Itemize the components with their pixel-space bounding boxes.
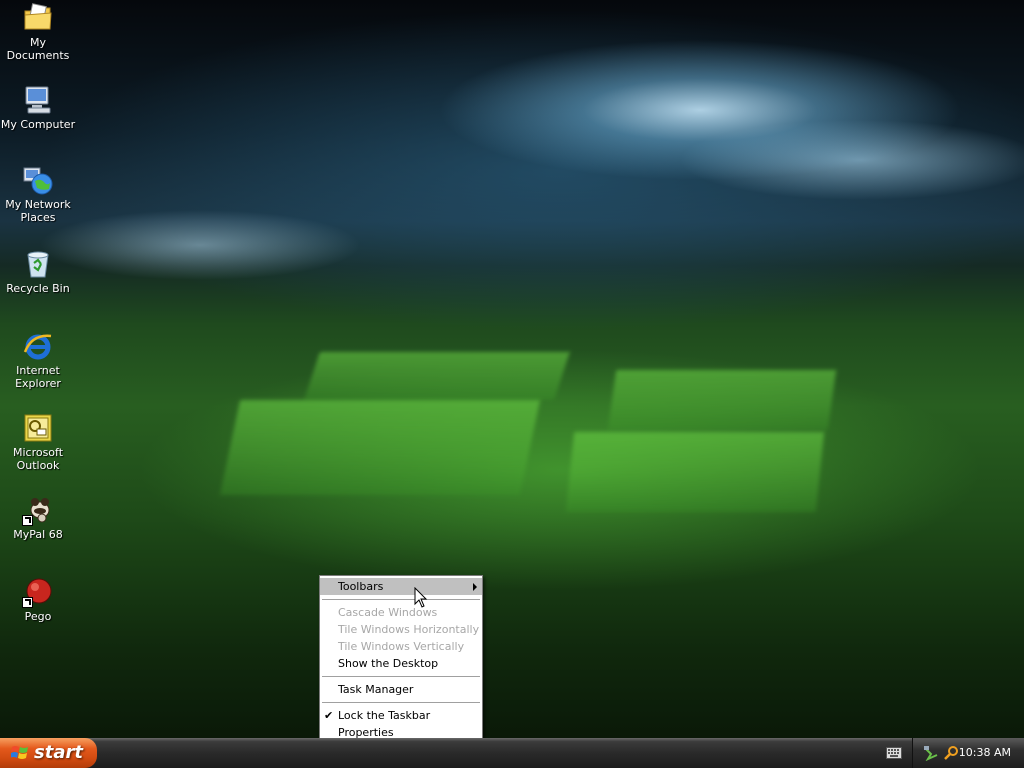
desktop-icon-my-computer[interactable]: My Computer [0,84,76,131]
desktop-icon-internet-explorer[interactable]: Internet Explorer [0,330,76,390]
menu-item-label: Show the Desktop [338,657,439,670]
desktop-icon-label: My Network Places [5,198,71,224]
mouse-cursor-icon [414,587,428,608]
menu-item-task-manager[interactable]: Task Manager [320,681,482,698]
menu-item-label: Task Manager [338,683,414,696]
recycle-bin-icon [22,248,54,280]
desktop-icon-recycle-bin[interactable]: Recycle Bin [0,248,76,295]
shortcut-arrow-icon [22,515,33,526]
windows-flag-icon [11,746,28,759]
menu-item-label: Tile Windows Horizontally [338,623,480,636]
desktop-icon-label: Microsoft Outlook [12,446,64,472]
folder-documents-icon [22,2,54,34]
desktop-icon-microsoft-outlook[interactable]: Microsoft Outlook [0,412,76,472]
desktop-icon-pego[interactable]: Pego [0,576,76,623]
clock[interactable]: 10:38 AM [959,738,1011,768]
menu-separator [322,599,480,600]
menu-item-lock-taskbar[interactable]: ✔ Lock the Taskbar [320,707,482,724]
menu-item-label: Toolbars [338,580,384,593]
desktop-icon-label: Internet Explorer [15,364,61,390]
keyboard-icon[interactable] [886,747,902,759]
start-button[interactable]: start [0,738,97,768]
shortcut-arrow-icon [22,597,33,608]
menu-item-label: Tile Windows Vertically [338,640,465,653]
desktop-icon-mypal-68[interactable]: MyPal 68 [0,494,76,541]
desktop-icon-my-documents[interactable]: My Documents [0,2,76,62]
desktop-icon-label: My Documents [6,36,70,62]
menu-separator [322,702,480,703]
menu-item-tile-vertically: Tile Windows Vertically [320,638,482,655]
menu-separator [322,676,480,677]
internet-explorer-icon [22,330,54,362]
menu-item-tile-horizontally: Tile Windows Horizontally [320,621,482,638]
network-globe-icon [22,164,54,196]
desktop[interactable]: My Documents My Computer My Network Plac… [0,0,1024,738]
search-icon[interactable] [943,745,959,761]
mypal-icon [22,494,54,526]
checkmark-icon: ✔ [324,709,334,722]
desktop-icon-label: MyPal 68 [13,528,63,541]
wallpaper-pane [219,400,541,495]
desktop-icon-my-network-places[interactable]: My Network Places [0,164,76,224]
wallpaper-pane [607,370,837,430]
system-tray: 10:38 AM [912,738,1024,768]
taskbar[interactable]: start 10:38 AM [0,738,1024,768]
start-label: start [34,742,83,763]
desktop-icon-label: My Computer [0,118,76,131]
pego-icon [22,576,54,608]
outlook-icon [22,412,54,444]
wallpaper-pane [565,432,825,512]
menu-item-show-desktop[interactable]: Show the Desktop [320,655,482,672]
wallpaper-pane [304,352,570,400]
menu-item-toolbars[interactable]: Toolbars [320,578,482,595]
desktop-icon-label: Pego [24,610,52,623]
menu-item-cascade-windows: Cascade Windows [320,604,482,621]
submenu-arrow-icon [473,583,477,591]
computer-icon [22,84,54,116]
desktop-icon-label: Recycle Bin [6,282,70,295]
menu-item-properties[interactable]: Properties [320,724,482,738]
taskbar-context-menu: Toolbars Cascade Windows Tile Windows Ho… [319,575,483,738]
menu-item-label: Properties [338,726,394,738]
network-icon[interactable] [923,745,939,761]
menu-item-label: Lock the Taskbar [338,709,431,722]
